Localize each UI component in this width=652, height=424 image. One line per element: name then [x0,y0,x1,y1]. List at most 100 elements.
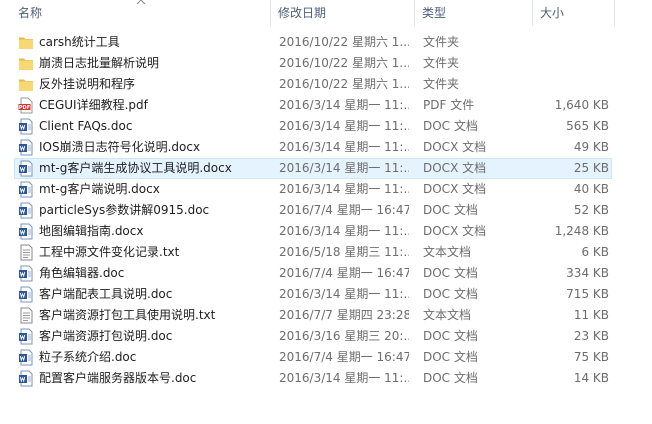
word-doc-icon [18,223,34,240]
file-row[interactable]: 配置客户端服务器版本号.doc 2016/3/14 星期一 11:... DOC 文… [14,368,612,389]
column-divider[interactable] [414,0,415,26]
file-name: 工程中源文件变化记录.txt [39,245,180,259]
file-name: mt-g客户端生成协议工具说明.docx [39,161,232,175]
file-name: carsh统计工具 [39,35,120,49]
file-row[interactable]: Client FAQs.doc 2016/3/14 星期一 11:... DOC 文… [14,116,612,137]
file-modified-date: 2016/3/14 星期一 11:... [279,119,409,133]
file-row[interactable]: IOS崩溃日志符号化说明.docx 2016/3/14 星期一 11:... DOC… [14,137,612,158]
file-type: DOC 文档 [423,203,478,217]
file-name: 粒子系统介绍.doc [39,350,137,364]
folder-icon [18,34,34,51]
file-modified-date: 2016/3/14 星期一 11:... [279,371,409,385]
word-doc-icon [18,181,34,198]
file-size: 1,640 KB [554,98,609,112]
file-name: 崩溃日志批量解析说明 [39,56,160,70]
file-size: 14 KB [573,371,609,385]
file-modified-date: 2016/3/14 星期一 11:... [279,224,409,238]
file-size: 52 KB [573,203,609,217]
file-modified-date: 2016/10/22 星期六 1... [279,77,409,91]
file-name: mt-g客户端说明.docx [39,182,160,196]
file-size: 6 KB [581,245,609,259]
file-modified-date: 2016/3/16 星期三 20:... [279,329,409,343]
file-type: PDF 文件 [423,98,475,112]
file-row[interactable]: 客户端资源打包工具使用说明.txt 2016/7/7 星期四 23:28 文本文档 1… [14,305,612,326]
file-modified-date: 2016/7/4 星期一 16:47 [279,203,409,217]
file-size: 11 KB [573,308,609,322]
word-doc-icon [18,139,34,156]
file-size: 565 KB [566,119,609,133]
file-type: DOC 文档 [423,329,478,343]
file-modified-date: 2016/5/18 星期三 11:... [279,245,409,259]
file-row[interactable]: mt-g客户端生成协议工具说明.docx 2016/3/14 星期一 11:...… [14,158,612,179]
file-type: DOCX 文档 [423,182,487,196]
file-size [537,54,609,73]
file-row[interactable]: 客户端配表工具说明.doc 2016/3/14 星期一 11:... DOC 文档 7… [14,284,612,305]
word-doc-icon [18,160,34,177]
file-size: 40 KB [573,182,609,196]
file-type: DOCX 文档 [423,140,487,154]
file-modified-date: 2016/3/14 星期一 11:... [279,287,409,301]
file-name: 反外挂说明和程序 [39,77,136,91]
file-row[interactable]: 客户端资源打包说明.doc 2016/3/16 星期三 20:... DOC 文档 2… [14,326,612,347]
file-size: 1,248 KB [554,224,609,238]
column-divider[interactable] [270,0,271,26]
file-row[interactable]: carsh统计工具 2016/10/22 星期六 1... 文件夹 [14,32,612,53]
file-size: 25 KB [573,161,609,175]
file-type: 文件夹 [423,35,460,49]
column-header-name[interactable]: 名称 [12,0,270,26]
file-name: CEGUI详细教程.pdf [39,98,148,112]
word-doc-icon [18,286,34,303]
file-name: 客户端资源打包说明.doc [39,329,173,343]
folder-icon [18,76,34,93]
column-divider[interactable] [614,0,615,26]
file-name: 客户端配表工具说明.doc [39,287,173,301]
file-row[interactable]: PDF CEGUI详细教程.pdf 2016/3/14 星期一 11:... PDF … [14,95,612,116]
file-row[interactable]: 工程中源文件变化记录.txt 2016/5/18 星期三 11:... 文本文档 6 … [14,242,612,263]
text-file-icon [18,244,34,261]
file-size: 715 KB [566,287,609,301]
file-type: DOCX 文档 [423,224,487,238]
file-modified-date: 2016/3/14 星期一 11:... [279,98,409,112]
column-header-date[interactable]: 修改日期 [272,0,414,26]
file-type: DOC 文档 [423,371,478,385]
pdf-icon: PDF [18,97,34,114]
file-modified-date: 2016/3/14 星期一 11:... [279,182,409,196]
file-row[interactable]: 粒子系统介绍.doc 2016/7/4 星期一 16:47 DOC 文档 75 KB [14,347,612,368]
column-header-type[interactable]: 类型 [416,0,532,26]
file-name: 地图编辑指南.docx [39,224,144,238]
file-type: DOCX 文档 [423,161,487,175]
column-header-bar: 名称 修改日期 类型 大小 [0,0,652,26]
file-row[interactable]: particleSys参数讲解0915.doc 2016/7/4 星期一 16:4… [14,200,612,221]
file-size: 334 KB [566,266,609,280]
file-size: 75 KB [573,350,609,364]
file-size: 23 KB [573,329,609,343]
file-modified-date: 2016/10/22 星期六 1... [279,56,409,70]
file-modified-date: 2016/7/4 星期一 16:47 [279,350,409,364]
file-name: 客户端资源打包工具使用说明.txt [39,308,216,322]
file-row[interactable]: 角色编辑器.doc 2016/7/4 星期一 16:47 DOC 文档 334 KB [14,263,612,284]
file-row[interactable]: 崩溃日志批量解析说明 2016/10/22 星期六 1... 文件夹 [14,53,612,74]
word-doc-icon [18,118,34,135]
file-size [537,75,609,94]
file-name: particleSys参数讲解0915.doc [39,203,210,217]
file-modified-date: 2016/7/7 星期四 23:28 [279,308,409,322]
svg-text:PDF: PDF [19,105,30,111]
column-divider[interactable] [532,0,533,26]
file-type: 文本文档 [423,308,472,322]
file-type: DOC 文档 [423,266,478,280]
file-type: DOC 文档 [423,350,478,364]
word-doc-icon [18,265,34,282]
file-type: 文件夹 [423,56,460,70]
file-type: DOC 文档 [423,287,478,301]
file-name: IOS崩溃日志符号化说明.docx [39,140,201,154]
file-size [537,33,609,52]
file-row[interactable]: 反外挂说明和程序 2016/10/22 星期六 1... 文件夹 [14,74,612,95]
word-doc-icon [18,328,34,345]
file-name: 配置客户端服务器版本号.doc [39,371,197,385]
file-modified-date: 2016/3/14 星期一 11:... [279,140,409,154]
file-row[interactable]: mt-g客户端说明.docx 2016/3/14 星期一 11:... DOCX 文… [14,179,612,200]
column-header-size[interactable]: 大小 [534,0,614,26]
file-type: 文本文档 [423,245,472,259]
file-row[interactable]: 地图编辑指南.docx 2016/3/14 星期一 11:... DOCX 文档 1,… [14,221,612,242]
file-size: 49 KB [573,140,609,154]
